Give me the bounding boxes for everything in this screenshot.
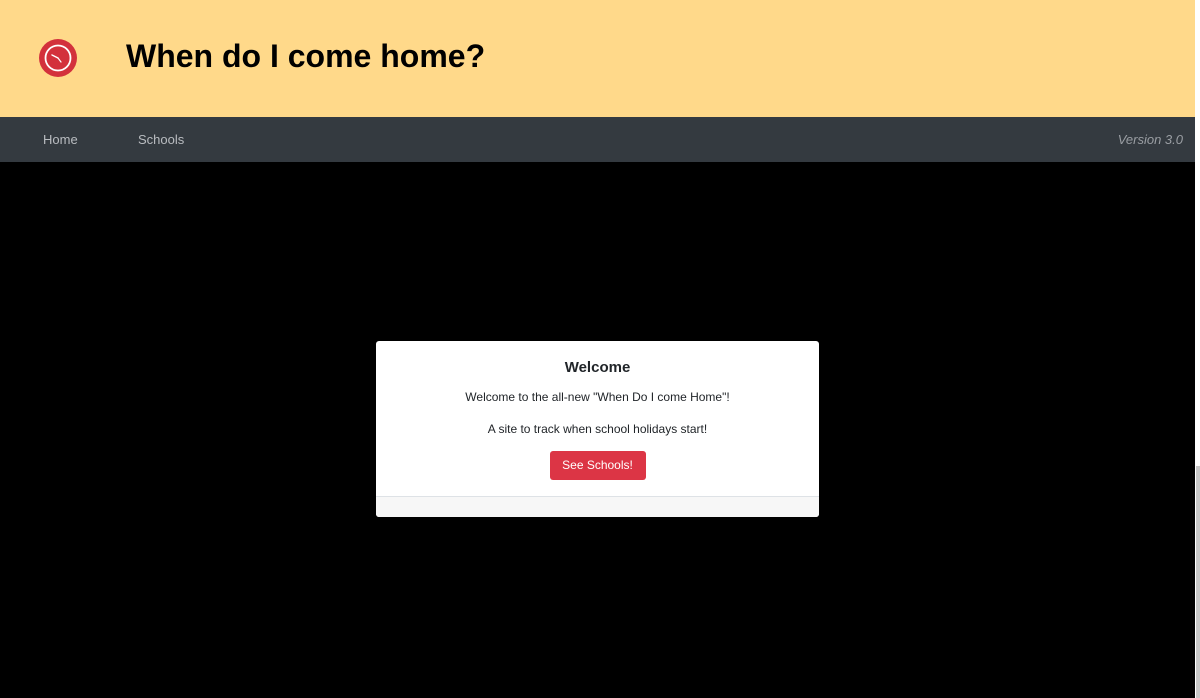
nav-home-link[interactable]: Home: [43, 117, 78, 162]
see-schools-button[interactable]: See Schools!: [549, 451, 646, 480]
scrollbar-thumb[interactable]: [1196, 466, 1200, 698]
modal-description-text: A site to track when school holidays sta…: [487, 422, 708, 436]
nav-schools-link[interactable]: Schools: [138, 117, 184, 162]
version-label: Version 3.0: [1117, 132, 1183, 147]
modal-footer: [376, 496, 819, 517]
welcome-modal: Welcome Welcome to the all-new "When Do …: [376, 341, 819, 517]
modal-title: Welcome: [564, 359, 631, 376]
clock-icon: [39, 39, 77, 77]
page-title: When do I come home?: [126, 38, 486, 74]
site-header: When do I come home?: [0, 0, 1195, 117]
navbar: Home Schools Version 3.0: [0, 117, 1195, 162]
modal-welcome-text: Welcome to the all-new "When Do I come H…: [465, 390, 730, 404]
modal-body: Welcome Welcome to the all-new "When Do …: [376, 341, 819, 496]
